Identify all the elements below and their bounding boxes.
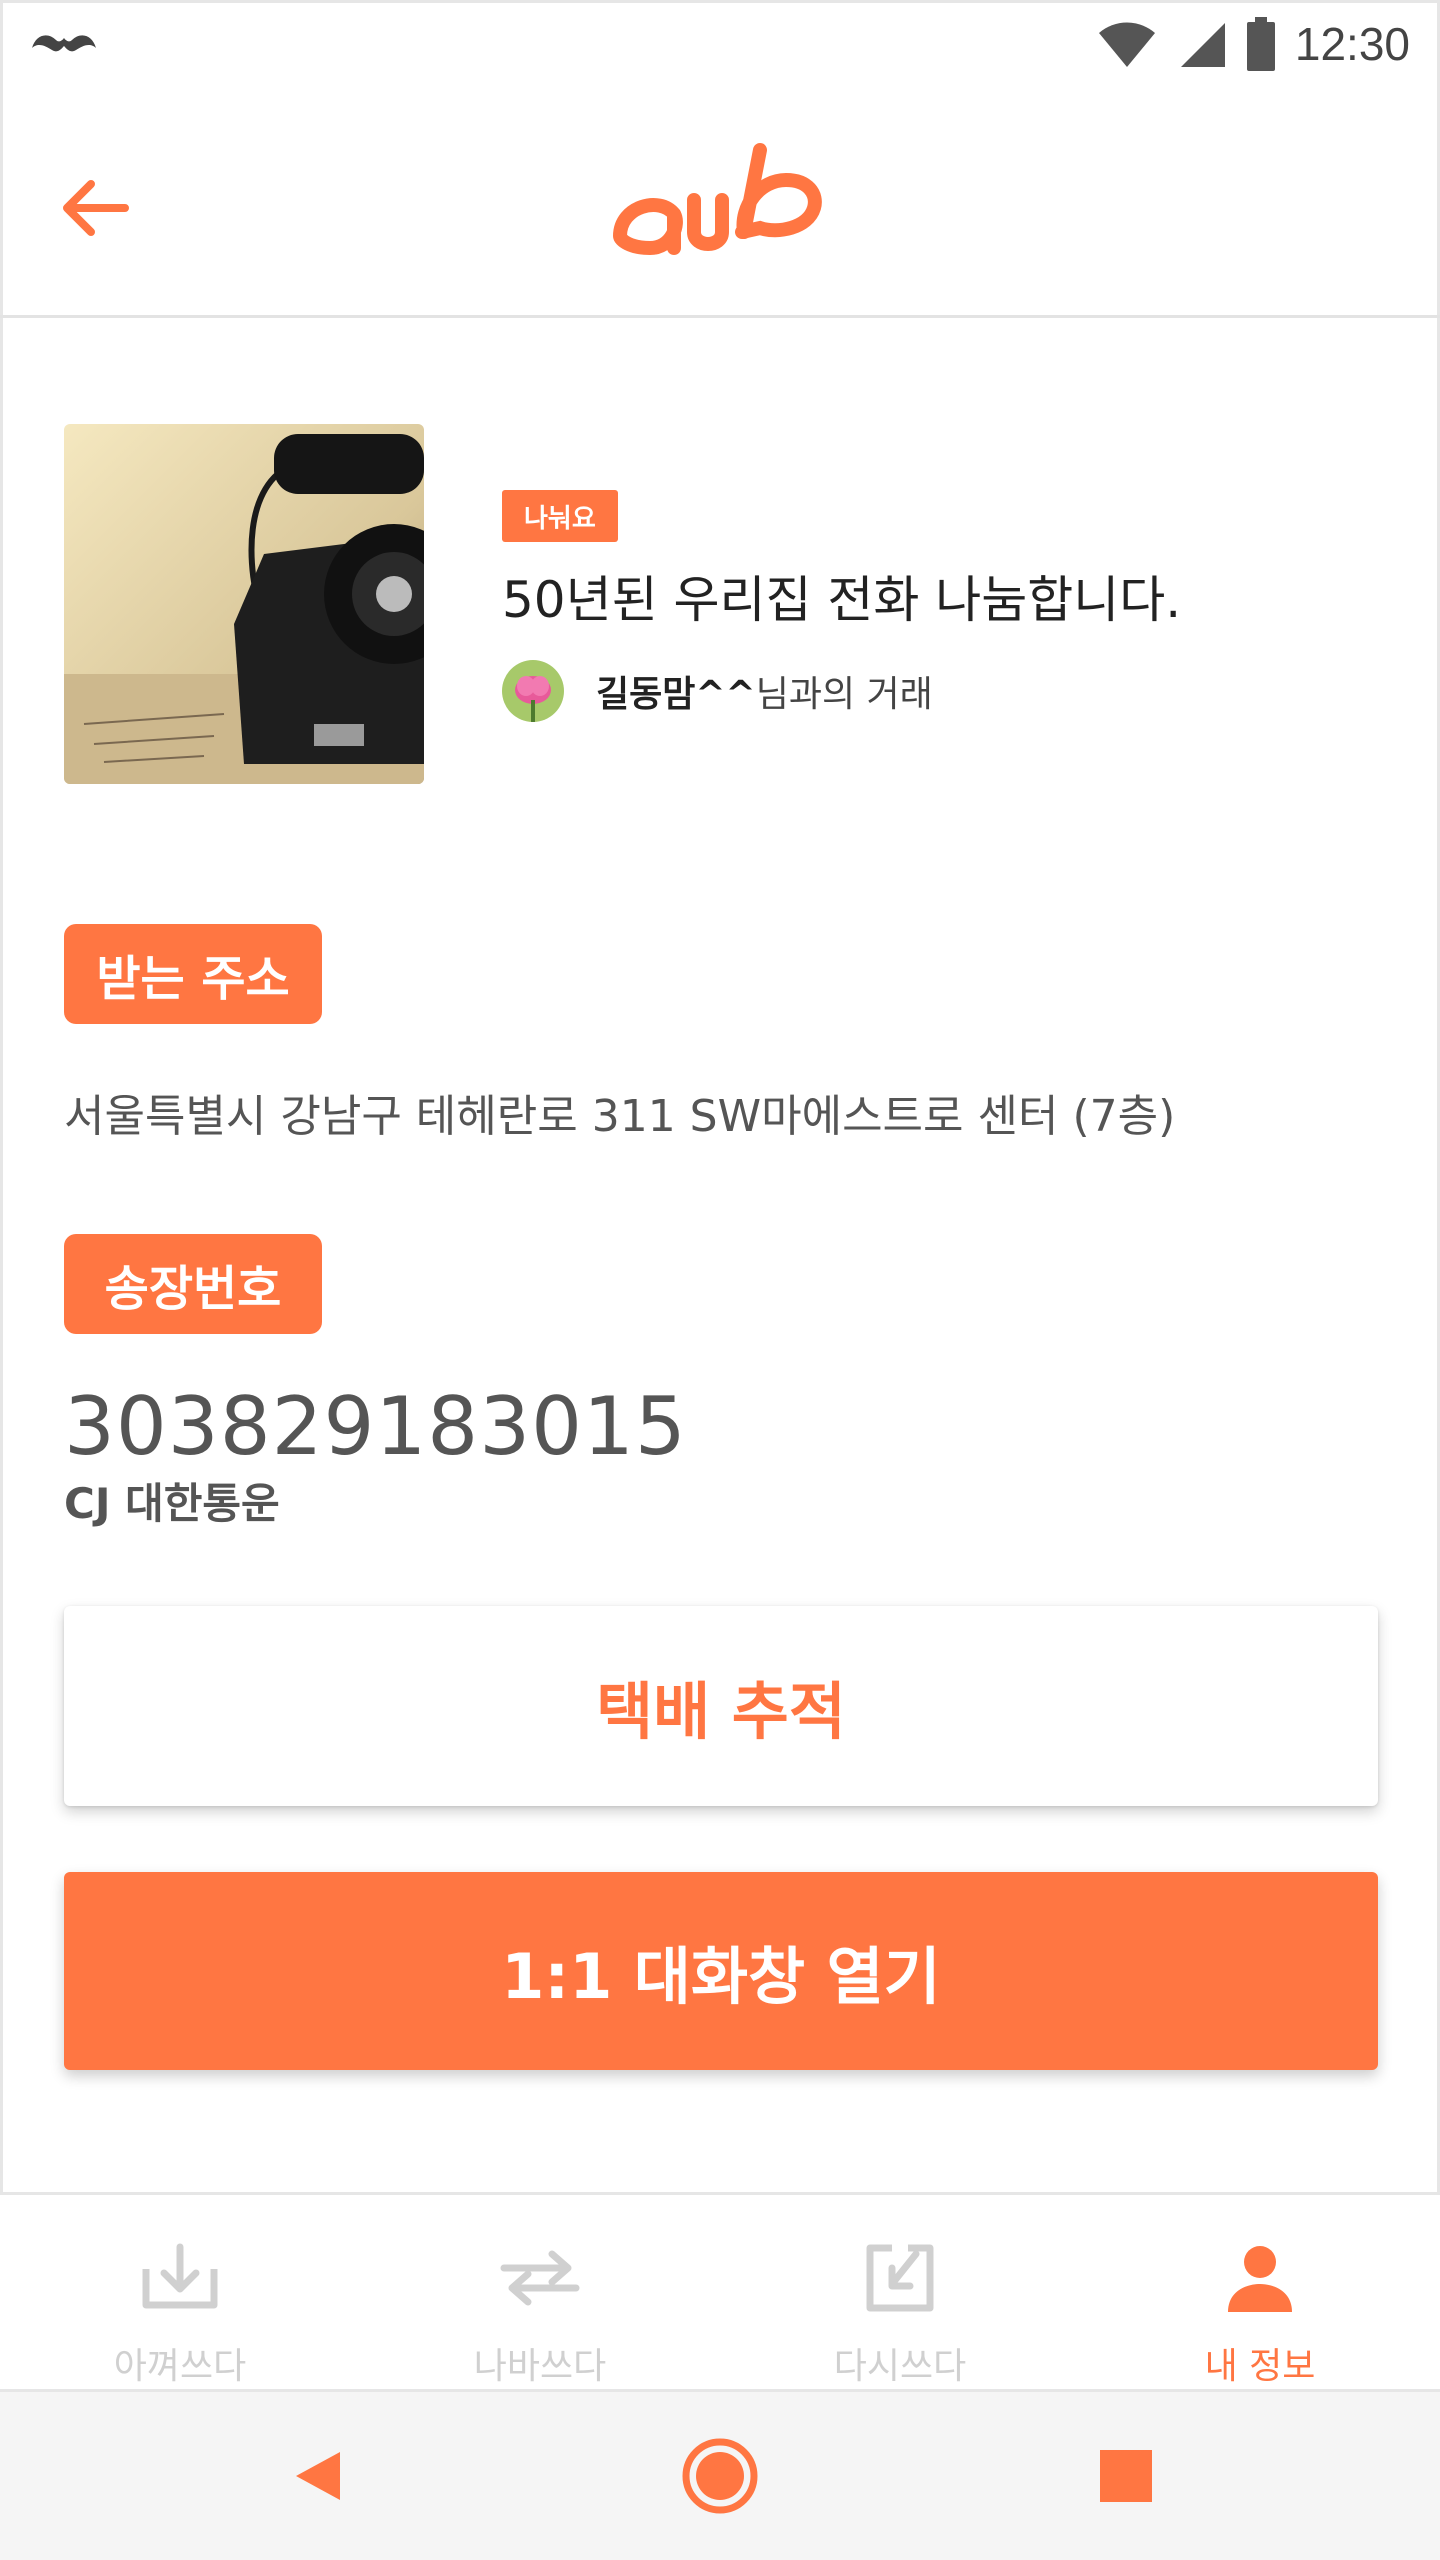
track-delivery-button[interactable]: 택배 추적 (64, 1606, 1378, 1806)
item-title: 50년된 우리집 전화 나눔합니다. (502, 571, 1182, 629)
nav-item-my-info[interactable]: 내 정보 (1080, 2195, 1440, 2389)
nav-item-reuse[interactable]: 다시쓰다 (720, 2195, 1080, 2389)
triangle-back-icon (296, 2452, 340, 2500)
item-type-badge: 나눠요 (502, 490, 618, 542)
square-recents-icon (1100, 2450, 1152, 2502)
arrow-left-icon (63, 180, 129, 236)
person-icon (1228, 2246, 1292, 2312)
swap-arrows-icon (500, 2250, 580, 2306)
invoice-label: 송장번호 (64, 1234, 322, 1334)
wifi-icon (1098, 22, 1155, 67)
status-time: 12:30 (1294, 18, 1410, 70)
partner-name: 길동맘^^ (596, 674, 756, 715)
nav-label: 내 정보 (1204, 2346, 1316, 2387)
nav-label: 다시쓰다 (833, 2346, 967, 2387)
nav-item-save[interactable]: 아껴쓰다 (0, 2195, 360, 2389)
partner-suffix: 님과의 거래 (755, 674, 933, 715)
tracking-number: 303829183015 (64, 1380, 687, 1473)
app-header (0, 88, 1440, 318)
status-bar: 12:30 (0, 0, 1440, 88)
bottom-nav: 아껴쓰다 나바쓰다 다시쓰다 내 정보 (0, 2192, 1440, 2392)
address-value: 서울특별시 강남구 테헤란로 311 SW마에스트로 센터 (7층) (64, 1091, 1176, 1142)
address-label: 받는 주소 (64, 924, 322, 1024)
signal-icon (1180, 23, 1225, 67)
nav-label: 아껴쓰다 (113, 2346, 247, 2387)
flower-avatar-icon (502, 660, 564, 722)
back-button[interactable] (56, 168, 136, 248)
courier-name: CJ 대한통운 (64, 1479, 280, 1528)
nav-item-share[interactable]: 나바쓰다 (360, 2195, 720, 2389)
nav-label: 나바쓰다 (473, 2346, 607, 2387)
tray-download-icon (142, 2243, 218, 2309)
trade-partner: 길동맘^^ 님과의 거래 (502, 660, 933, 722)
recycle-in-icon (866, 2244, 934, 2312)
app-logo (612, 143, 822, 256)
rotary-phone-image (64, 424, 424, 784)
mustache-icon (32, 35, 96, 52)
item-photo[interactable] (64, 424, 424, 784)
battery-icon (1246, 17, 1275, 71)
open-chat-button[interactable]: 1:1 대화창 열기 (64, 1872, 1378, 2070)
system-recents-button[interactable] (1086, 2436, 1166, 2516)
system-home-button[interactable] (680, 2436, 760, 2516)
circle-home-icon (682, 2438, 758, 2514)
avatar[interactable] (502, 660, 564, 722)
system-back-button[interactable] (280, 2436, 360, 2516)
system-nav-bar (0, 2392, 1440, 2560)
